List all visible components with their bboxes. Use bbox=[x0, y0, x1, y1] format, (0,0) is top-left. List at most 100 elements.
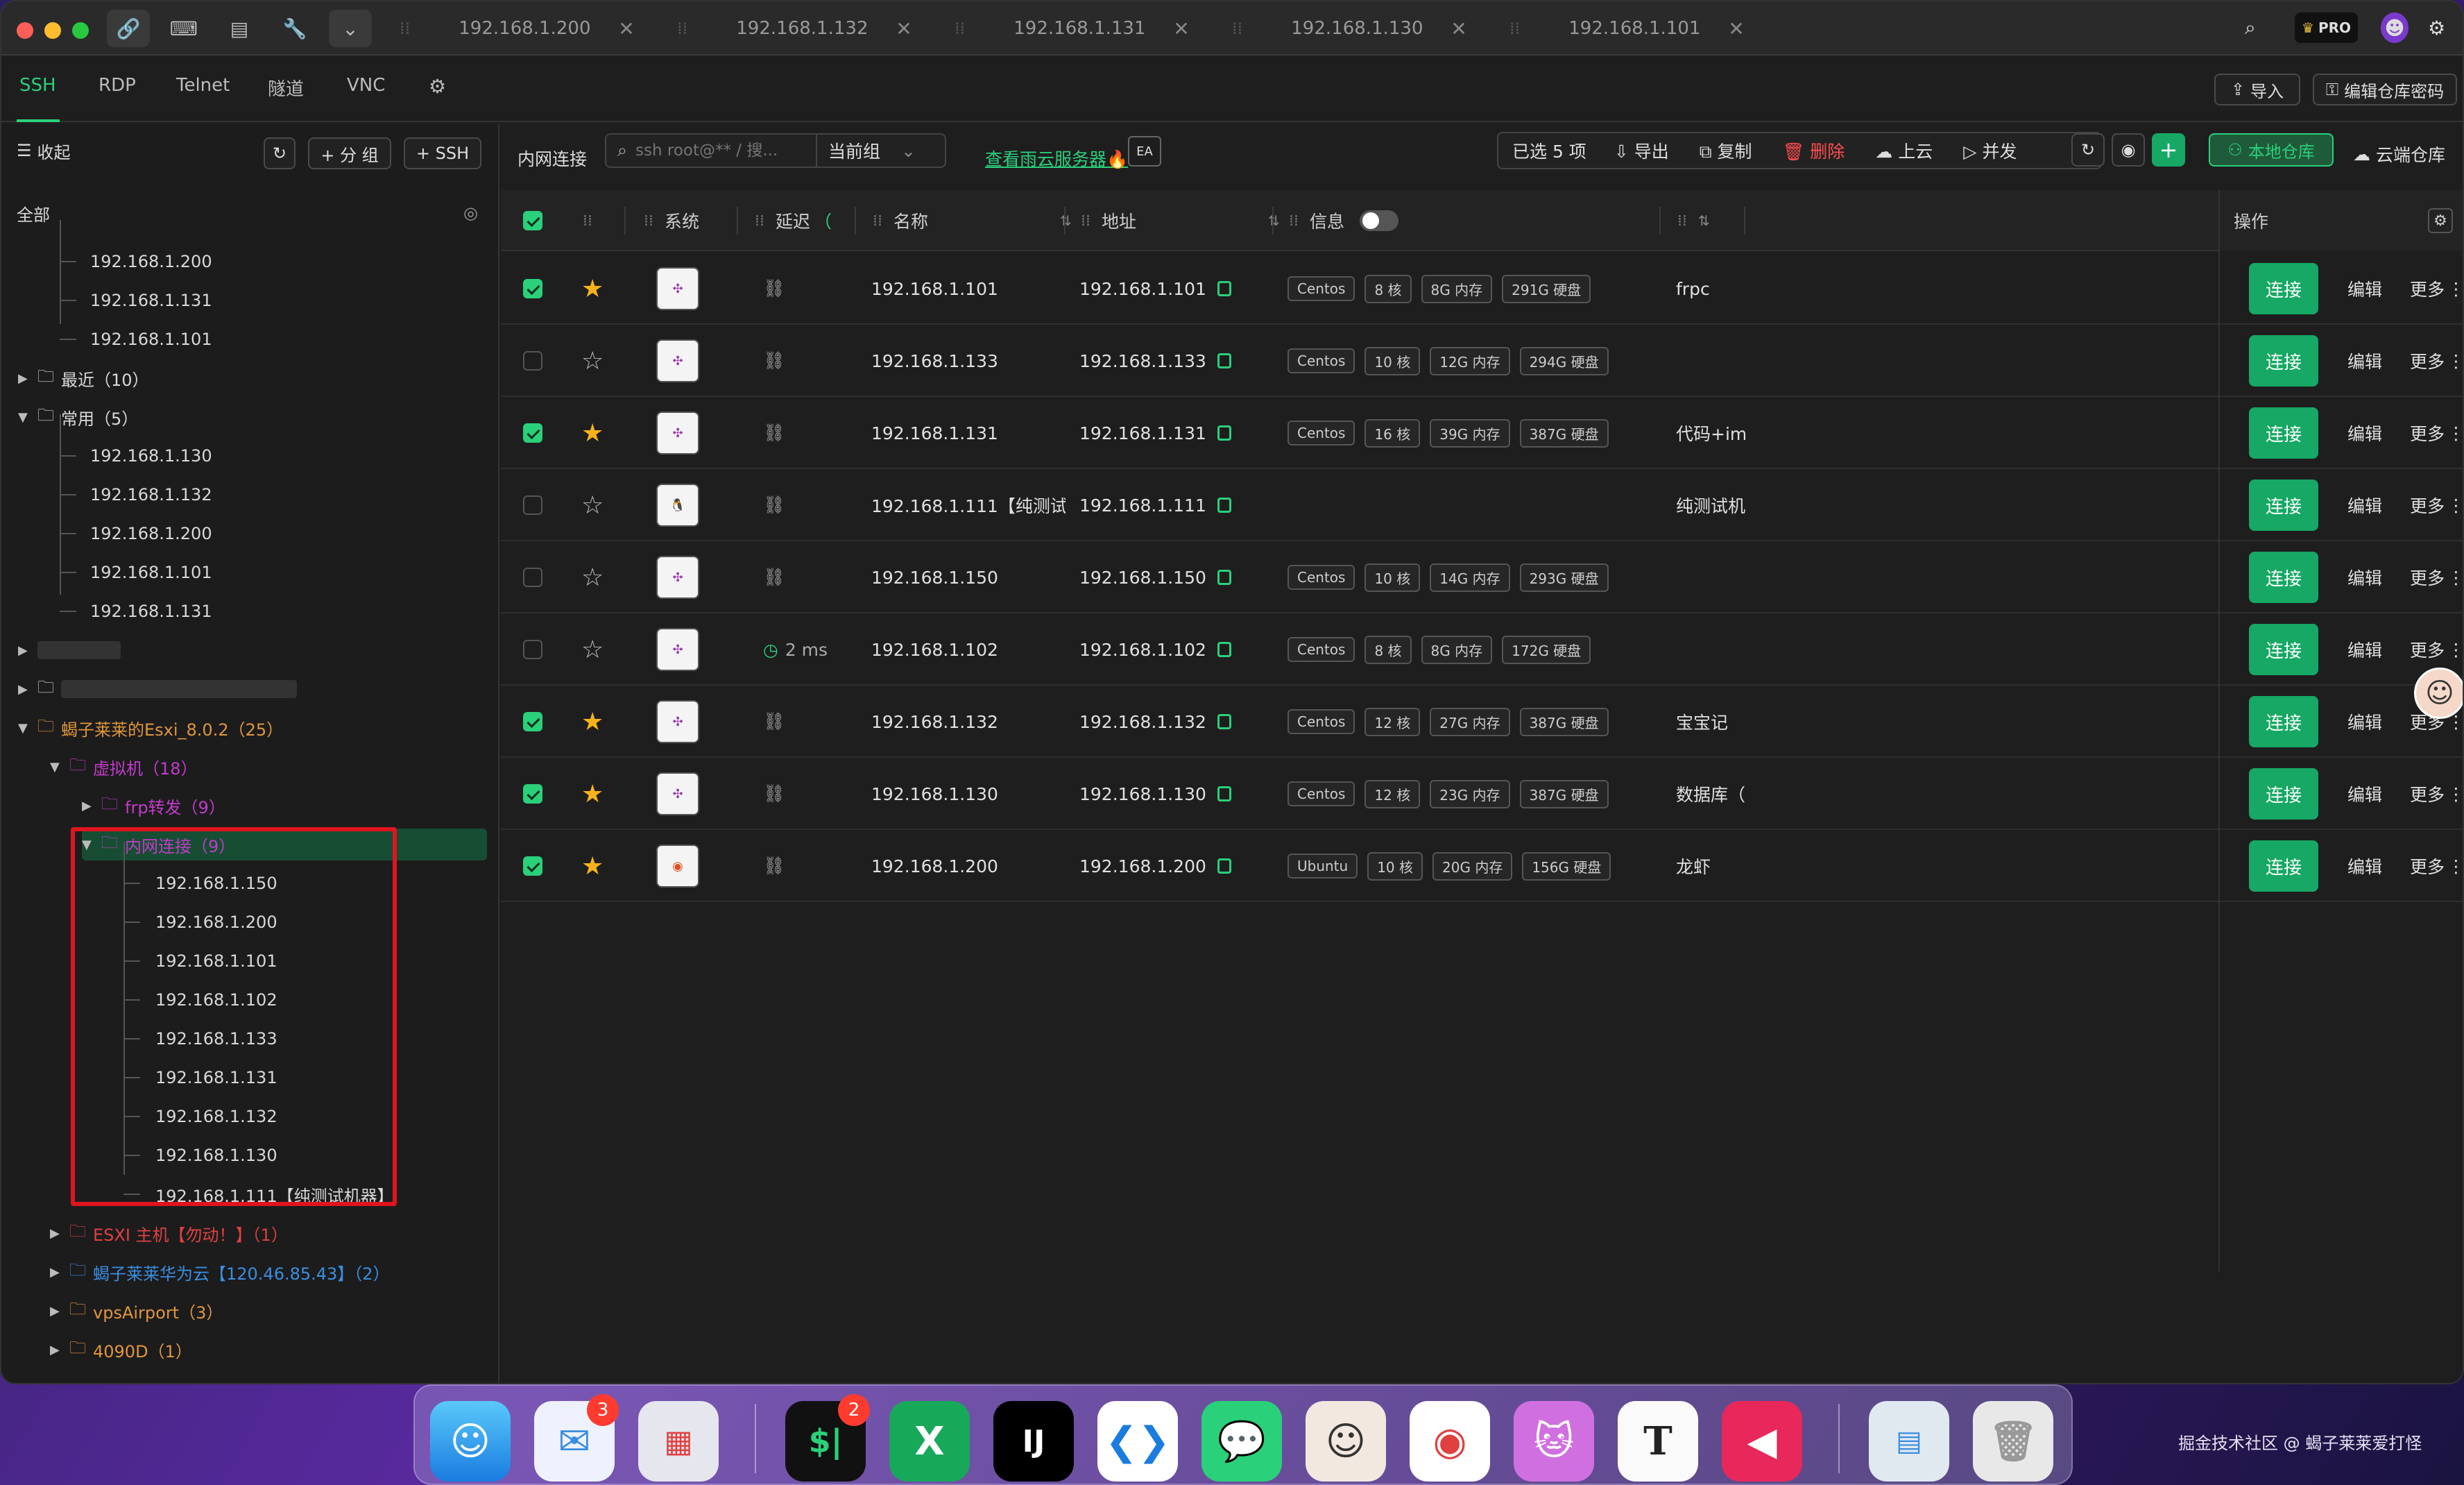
pro-badge[interactable]: ♛ PRO bbox=[2295, 12, 2358, 43]
connect-button[interactable]: 连接 bbox=[2249, 335, 2318, 387]
connect-button[interactable]: 连接 bbox=[2249, 624, 2318, 675]
collapse-toggle[interactable]: ☰ 收起 bbox=[17, 133, 71, 168]
tab-host[interactable]: ⁞⁞ 192.168.1.131 ✕ bbox=[945, 1, 1222, 56]
more-button[interactable]: 更多 ⋮ bbox=[2410, 830, 2463, 902]
import-button[interactable]: ⇪ 导入 bbox=[2214, 74, 2300, 105]
tab-host[interactable]: ⁞⁞ 192.168.1.132 ✕ bbox=[667, 1, 945, 56]
protocol-settings-icon[interactable]: ⚙ bbox=[429, 75, 446, 98]
tree-host-item[interactable]: 192.168.1.132 bbox=[90, 477, 212, 512]
edit-button[interactable]: 编辑 bbox=[2347, 253, 2382, 325]
upload-cloud-button[interactable]: ☁ 上云 bbox=[1875, 138, 1933, 163]
search-box[interactable]: ⌕ 当前组⌄ bbox=[605, 133, 946, 168]
assistant-avatar[interactable]: ☺ bbox=[2414, 668, 2463, 719]
tab-host[interactable]: ⁞⁞ 192.168.1.101 ✕ bbox=[1500, 1, 1777, 56]
tree-group-common[interactable]: ▼ 🗀 常用（5） bbox=[18, 400, 138, 434]
caret-right-icon[interactable]: ▶ bbox=[50, 1343, 69, 1357]
close-icon[interactable]: ✕ bbox=[1728, 17, 1744, 40]
connect-button[interactable]: 连接 bbox=[2249, 840, 2318, 892]
parallel-button[interactable]: ▷ 并发 bbox=[1963, 138, 2017, 163]
connect-button[interactable]: 连接 bbox=[2249, 407, 2318, 459]
row-checkbox[interactable] bbox=[523, 640, 542, 659]
close-icon[interactable]: ✕ bbox=[618, 17, 634, 40]
table-row[interactable]: ☆ ✣ ⛓ 192.168.1.150 192.168.1.150 Centos 10 核 1… bbox=[501, 541, 2463, 613]
star-outline-icon[interactable]: ☆ bbox=[581, 491, 604, 520]
tab-rdp[interactable]: RDP bbox=[99, 75, 136, 96]
caret-down-icon[interactable]: ▼ bbox=[18, 721, 37, 736]
copy-icon[interactable] bbox=[1217, 714, 1231, 729]
copy-icon[interactable] bbox=[1217, 642, 1231, 657]
caret-right-icon[interactable]: ▶ bbox=[82, 799, 101, 813]
caret-right-icon[interactable]: ▶ bbox=[50, 1265, 69, 1280]
caret-right-icon[interactable]: ▶ bbox=[50, 1304, 69, 1318]
copy-icon[interactable] bbox=[1217, 425, 1231, 441]
scope-select[interactable]: 当前组 ⌄ bbox=[816, 135, 916, 167]
drag-handle-icon[interactable]: ⁞⁞ bbox=[1232, 19, 1242, 38]
local-repo-button[interactable]: ⚇ 本地仓库 bbox=[2209, 133, 2334, 167]
table-row[interactable]: ★ ◉ ⛓ 192.168.1.200 192.168.1.200 Ubuntu 10 核 2… bbox=[501, 830, 2463, 902]
column-settings-icon[interactable]: ⚙ bbox=[2428, 208, 2454, 233]
star-filled-icon[interactable]: ★ bbox=[581, 708, 604, 736]
terminal-app-icon[interactable]: $| 2 bbox=[785, 1394, 870, 1482]
more-button[interactable]: 更多 ⋮ bbox=[2410, 541, 2463, 613]
sort-icon[interactable]: ⇅ bbox=[1268, 212, 1280, 229]
table-row[interactable]: ★ ✣ ⛓ 192.168.1.101 192.168.1.101 Centos 8 核 8G… bbox=[501, 253, 2463, 325]
caret-down-icon[interactable]: ▼ bbox=[18, 410, 37, 425]
copy-icon[interactable] bbox=[1217, 786, 1231, 801]
copy-icon[interactable] bbox=[1217, 858, 1231, 874]
tree-host-item[interactable]: 192.168.1.101 bbox=[90, 322, 212, 357]
sort-icon[interactable]: ⇅ bbox=[1698, 212, 1710, 229]
tree-host-item[interactable]: 192.168.1.200 bbox=[90, 244, 212, 279]
search-icon[interactable]: ⌕ bbox=[2245, 12, 2256, 43]
caret-down-icon[interactable]: ▼ bbox=[50, 760, 69, 774]
row-checkbox[interactable] bbox=[523, 856, 542, 876]
avatar-app-icon[interactable]: ☺ bbox=[1306, 1401, 1386, 1482]
info-toggle[interactable] bbox=[1360, 210, 1399, 231]
excel-icon[interactable]: X bbox=[889, 1401, 970, 1482]
locate-icon[interactable]: ◎ bbox=[463, 196, 478, 230]
edit-repo-password-button[interactable]: ⚿ 编辑仓库密码 bbox=[2313, 74, 2457, 105]
connect-button[interactable]: 连接 bbox=[2249, 552, 2318, 603]
export-button[interactable]: ⇩ 导出 bbox=[1614, 138, 1669, 163]
messages-icon[interactable]: ✉ 3 bbox=[534, 1394, 619, 1482]
more-button[interactable]: 更多 ⋮ bbox=[2410, 397, 2463, 469]
book-icon[interactable]: ▤ bbox=[218, 10, 261, 47]
refresh-button[interactable]: ↻ bbox=[2071, 133, 2105, 167]
tree-host-item[interactable]: 192.168.1.131 bbox=[90, 594, 212, 629]
row-checkbox[interactable] bbox=[523, 568, 542, 587]
star-outline-icon[interactable]: ☆ bbox=[581, 347, 604, 375]
tree-group-hidden[interactable]: ▶ bbox=[18, 633, 121, 668]
tab-vnc[interactable]: VNC bbox=[347, 75, 385, 96]
tree-host-item[interactable]: 192.168.1.200 bbox=[90, 516, 212, 551]
close-icon[interactable]: ✕ bbox=[896, 17, 912, 40]
close-window-button[interactable] bbox=[17, 22, 33, 39]
edit-button[interactable]: 编辑 bbox=[2347, 469, 2382, 541]
wrench-icon[interactable]: 🔧 bbox=[273, 10, 316, 47]
table-row[interactable]: ★ ✣ ⛓ 192.168.1.132 192.168.1.132 Centos 12 核 2… bbox=[501, 686, 2463, 758]
edit-button[interactable]: 编辑 bbox=[2347, 541, 2382, 613]
edit-button[interactable]: 编辑 bbox=[2347, 397, 2382, 469]
kuaidi-icon[interactable]: ◀ bbox=[1722, 1401, 1802, 1482]
drag-handle-icon[interactable]: ⁞⁞ bbox=[1509, 19, 1520, 38]
drag-handle-icon[interactable]: ⁞⁞ bbox=[583, 190, 604, 251]
tree-group-vps[interactable]: ▶ 🗀 vpsAirport（3） bbox=[50, 1293, 223, 1328]
edit-button[interactable]: 编辑 bbox=[2347, 613, 2382, 686]
col-name[interactable]: ⁞⁞ 名称 ⇅ bbox=[873, 190, 1072, 251]
tree-group-hidden[interactable]: ▶ 🗀 bbox=[18, 672, 297, 706]
row-checkbox[interactable] bbox=[523, 423, 542, 443]
star-outline-icon[interactable]: ☆ bbox=[581, 563, 604, 592]
connect-button[interactable]: 连接 bbox=[2249, 768, 2318, 820]
close-icon[interactable]: ✕ bbox=[1173, 17, 1189, 40]
typora-icon[interactable]: T bbox=[1618, 1401, 1698, 1482]
row-checkbox[interactable] bbox=[523, 784, 542, 804]
more-button[interactable]: 更多 ⋮ bbox=[2410, 469, 2463, 541]
add-ssh-button[interactable]: + SSH bbox=[404, 137, 481, 169]
chrome-icon[interactable]: ◉ bbox=[1410, 1401, 1490, 1482]
connect-button[interactable]: 连接 bbox=[2249, 263, 2318, 314]
table-row[interactable]: ☆ ✣ ◷ 2 ms 192.168.1.102 192.168.1.102 Centos 8… bbox=[501, 613, 2463, 686]
search-input[interactable] bbox=[635, 142, 816, 160]
tab-ssh[interactable]: SSH bbox=[19, 75, 56, 96]
connect-button[interactable]: 连接 bbox=[2249, 480, 2318, 531]
table-row[interactable]: ☆ ✣ ⛓ 192.168.1.133 192.168.1.133 Centos 10 核 1… bbox=[501, 325, 2463, 397]
col-system[interactable]: ⁞⁞ 系统 bbox=[644, 190, 699, 251]
drag-handle-icon[interactable]: ⁞⁞ bbox=[400, 19, 410, 38]
